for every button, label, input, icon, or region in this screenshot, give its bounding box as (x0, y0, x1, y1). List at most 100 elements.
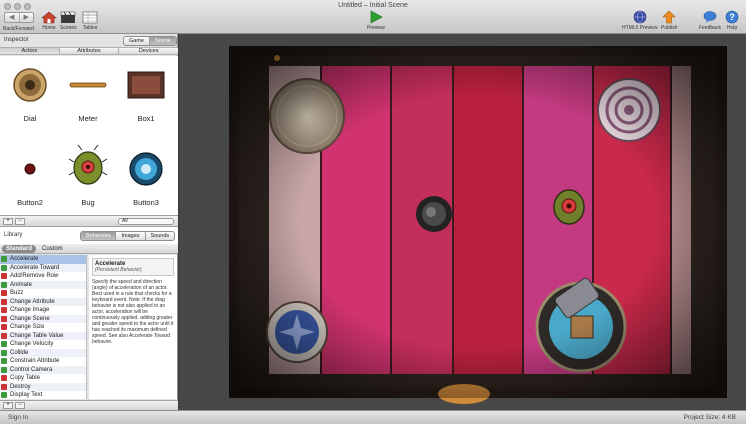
scope-scene-button[interactable]: Scene (149, 37, 176, 45)
toolbar: Untitled – Initial Scene ◀ ▶ Back/Forwar… (0, 0, 746, 34)
project-size-label: Project Size: 4 KB (683, 414, 736, 421)
behavior-item[interactable]: Buzz (0, 289, 86, 298)
behavior-type-icon (1, 392, 7, 399)
actor-filter-value: All (122, 218, 128, 224)
actor-dial[interactable]: Dial (2, 62, 58, 130)
behavior-item[interactable]: Change Velocity (0, 340, 86, 349)
actor-filter-select[interactable]: All (118, 218, 174, 225)
behavior-description: Accelerate (Persistent Behavior) Specify… (89, 255, 177, 399)
add-behavior-button[interactable]: + (3, 402, 13, 409)
behavior-label: Change Attribute (10, 298, 55, 305)
behavior-label: Animate (10, 281, 33, 288)
play-icon (370, 10, 383, 24)
behavior-item[interactable]: Add/Remove Row (0, 272, 86, 281)
actor-box1[interactable]: Box1 (118, 62, 174, 130)
library-tabs: Behaviors Images Sounds (80, 231, 176, 241)
inspector-scope-switch: Game Scene (123, 36, 177, 46)
back-forward-label: Back/Forward (3, 26, 34, 32)
behavior-type-icon (1, 290, 7, 297)
behavior-item[interactable]: Change Image (0, 306, 86, 315)
behavior-type-icon (1, 375, 7, 382)
button2-icon (24, 163, 36, 175)
behavior-type-icon (1, 256, 7, 263)
library-title: Library (4, 232, 23, 238)
behavior-type-icon (1, 264, 7, 271)
behavior-type-icon (1, 341, 7, 348)
tab-attributes[interactable]: Attributes (60, 48, 120, 54)
behavior-label: Accelerate Toward (10, 264, 60, 271)
description-text: Specify the speed and direction (angle) … (92, 279, 174, 345)
help-button[interactable]: ? Help (725, 10, 739, 31)
add-actor-button[interactable]: + (3, 218, 13, 225)
behavior-type-icon (1, 324, 7, 331)
behavior-item[interactable]: Accelerate Toward (0, 263, 86, 272)
meter-icon (69, 82, 107, 88)
behavior-item[interactable]: Change Table Value (0, 331, 86, 340)
behavior-type-icon (1, 281, 7, 288)
publish-button[interactable]: Publish (661, 10, 677, 31)
scenes-button[interactable]: Scenes (60, 11, 77, 31)
behavior-label: Change Image (10, 307, 50, 314)
standard-filter-button[interactable]: Standard (2, 245, 37, 253)
behavior-item[interactable]: Display Text (0, 391, 86, 399)
feedback-button[interactable]: Feedback (699, 10, 721, 31)
behavior-item[interactable]: Change Attribute (0, 297, 86, 306)
tab-devices[interactable]: Devices (119, 48, 178, 54)
clapperboard-icon (61, 11, 76, 23)
help-icon: ? (725, 10, 739, 24)
behavior-item[interactable]: Destroy (0, 382, 86, 391)
library-toolbar: + − (0, 400, 178, 410)
forward-button[interactable]: ▶ (20, 13, 34, 22)
back-forward-control[interactable]: ◀ ▶ (4, 12, 34, 23)
actor-button3[interactable]: Button3 (118, 146, 174, 214)
html5-preview-button[interactable]: HTML5 Preview (622, 10, 658, 31)
behavior-label: Change Size (10, 324, 45, 331)
custom-filter-button[interactable]: Custom (38, 245, 67, 253)
window-title: Untitled – Initial Scene (338, 2, 408, 9)
description-header: Accelerate (Persistent Behavior) (92, 258, 174, 276)
dial-icon (13, 68, 47, 102)
tab-actors[interactable]: Actors (0, 48, 60, 54)
behavior-label: Change Scene (10, 315, 50, 322)
behavior-item[interactable]: Copy Table (0, 374, 86, 383)
tables-button[interactable]: Tables (82, 11, 98, 31)
behavior-item[interactable]: Constrain Attribute (0, 357, 86, 366)
remove-behavior-button[interactable]: − (15, 402, 25, 409)
remove-actor-button[interactable]: − (15, 218, 25, 225)
sign-in-link[interactable]: Sign In (8, 414, 28, 421)
behavior-item[interactable]: Change Size (0, 323, 86, 332)
actor-bug[interactable]: Bug (60, 144, 116, 214)
tab-images[interactable]: Images (116, 232, 146, 240)
behavior-label: Buzz (10, 290, 24, 297)
actor-button2[interactable]: Button2 (2, 146, 58, 214)
inspector-tabs: Actors Attributes Devices (0, 47, 178, 55)
home-button[interactable]: Home (41, 11, 57, 31)
tab-behaviors[interactable]: Behaviors (81, 232, 117, 240)
behavior-label: Accelerate (10, 256, 39, 263)
behavior-item[interactable]: Control Camera (0, 365, 86, 374)
behavior-label: Copy Table (10, 375, 40, 382)
behavior-item[interactable]: Animate (0, 280, 86, 289)
behavior-type-icon (1, 273, 7, 280)
behavior-type-icon (1, 366, 7, 373)
behavior-item[interactable]: Accelerate (0, 255, 86, 264)
svg-text:?: ? (729, 12, 735, 22)
behavior-type-icon (1, 332, 7, 339)
preview-button[interactable]: Preview (367, 10, 385, 31)
left-panel: Inspector Game Scene Actors Attributes D… (0, 34, 178, 410)
scene-stage[interactable] (179, 34, 746, 410)
behavior-item[interactable]: Collide (0, 348, 86, 357)
tab-sounds[interactable]: Sounds (146, 232, 175, 240)
behavior-type-icon (1, 307, 7, 314)
actor-meter[interactable]: Meter (60, 62, 116, 130)
behavior-label: Collide (10, 349, 29, 356)
button3-icon (129, 152, 163, 186)
description-subtitle: (Persistent Behavior) (95, 267, 142, 273)
back-button[interactable]: ◀ (5, 13, 20, 22)
behavior-list: Accelerate Accelerate Toward Add/Remove Ro… (0, 255, 87, 399)
scope-game-button[interactable]: Game (124, 37, 150, 45)
bug-icon (68, 144, 108, 185)
scene-canvas[interactable] (179, 34, 746, 410)
behavior-item[interactable]: Change Scene (0, 314, 86, 323)
library-header: Library Behaviors Images Sounds (0, 230, 178, 242)
